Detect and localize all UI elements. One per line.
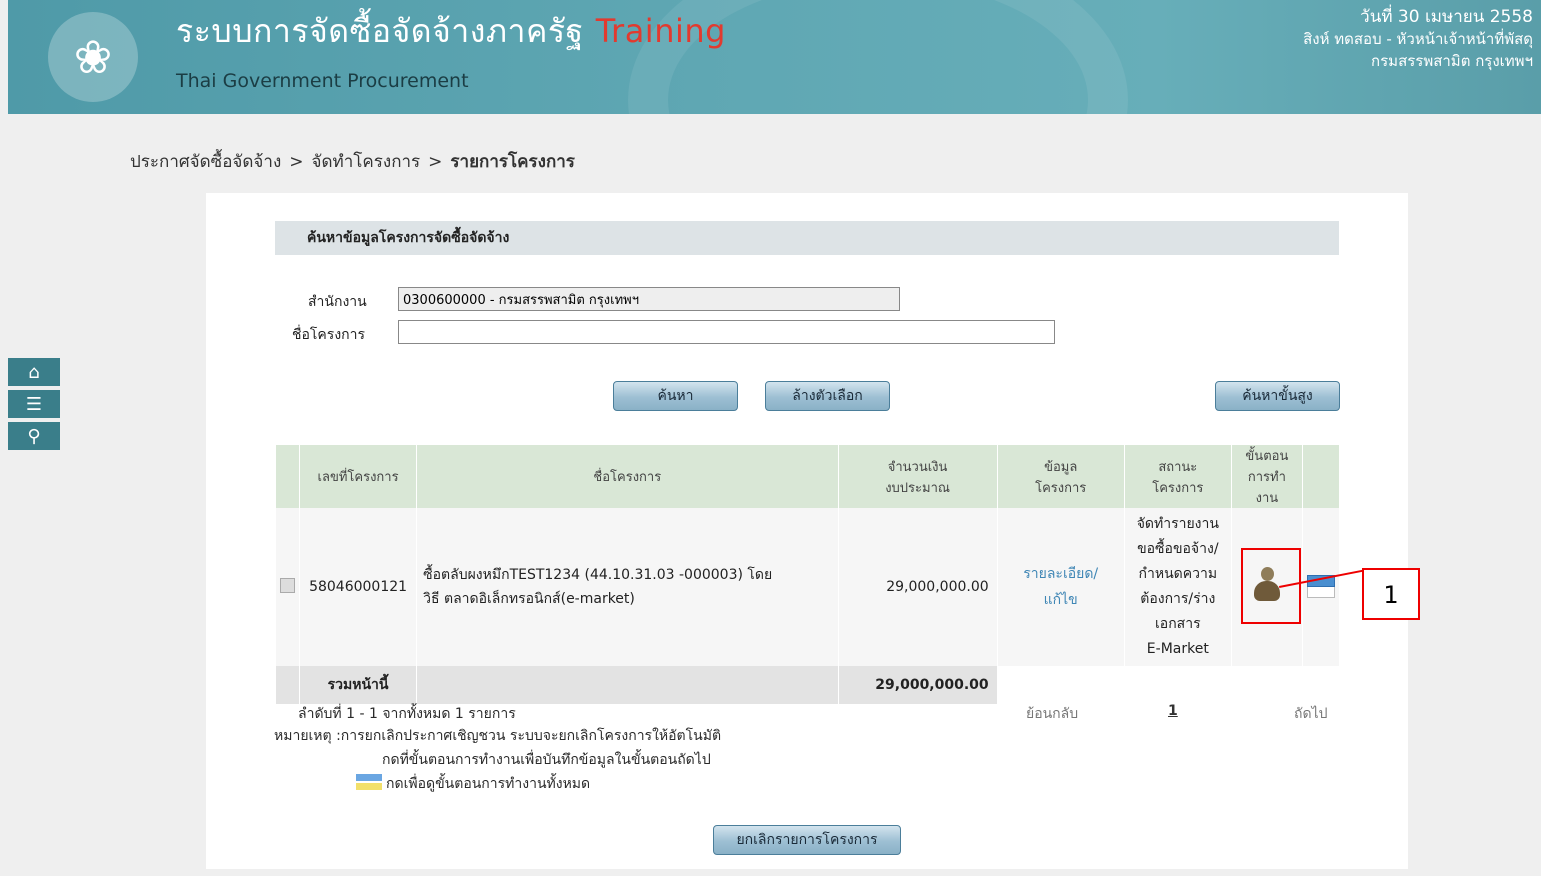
header-work-steps: ขั้นตอนการทำงาน: [1231, 445, 1303, 508]
row-project-name-line1: ซื้อตลับผงหมึกTEST1234 (44.10.31.03 -000…: [423, 567, 773, 583]
header-project-name: ชื่อโครงการ: [416, 445, 839, 508]
main-panel: ค้นหาข้อมูลโครงการจัดซื้อจัดจ้าง สำนักงา…: [206, 193, 1408, 869]
status-line4: ต้องการ/ร่าง: [1140, 591, 1216, 607]
header-steps-line3: งาน: [1255, 491, 1279, 506]
search-section-title: ค้นหาข้อมูลโครงการจัดซื้อจัดจ้าง: [275, 221, 1339, 255]
total-label: รวมหน้านี้: [299, 666, 418, 704]
menu-icon[interactable]: ☰: [8, 390, 60, 418]
detail-link-line1[interactable]: รายละเอียด/: [1023, 566, 1098, 582]
row-status: จัดทำรายงาน ขอซื้อขอจ้าง/ กำหนดความ ต้อง…: [1124, 508, 1232, 666]
row-project-name-line2: วิธี ตลาดอิเล็กทรอนิกส์(e-market): [423, 591, 635, 607]
row-checkbox-cell: [276, 508, 301, 666]
table-row: 58046000121 ซื้อตลับผงหมึกTEST1234 (44.1…: [276, 508, 1341, 666]
annotation-number: 1: [1362, 568, 1420, 620]
home-icon[interactable]: ⌂: [8, 358, 60, 386]
pagination-back[interactable]: ย้อนกลับ: [1026, 703, 1078, 725]
project-name-label: ชื่อโครงการ: [292, 327, 366, 343]
cancel-project-button[interactable]: ยกเลิกรายการโครงการ: [713, 825, 901, 855]
detail-link-line2[interactable]: แก้ไข: [1044, 592, 1078, 608]
breadcrumb-separator: >: [289, 152, 304, 172]
breadcrumb-project-setup[interactable]: จัดทำโครงการ: [312, 152, 421, 172]
note-line3: กดเพื่อดูขั้นตอนการทำงานทั้งหมด: [356, 773, 590, 795]
breadcrumb: ประกาศจัดซื้อจัดจ้าง > จัดทำโครงการ > รายการ…: [130, 148, 575, 175]
breadcrumb-separator: >: [428, 152, 443, 172]
status-line6: E-Market: [1146, 641, 1209, 657]
search-button[interactable]: ค้นหา: [613, 381, 738, 411]
header-info-line1: ข้อมูล: [1044, 459, 1078, 475]
note-line2: กดที่ขั้นตอนการทำงานเพื่อบันทึกข้อมูลในข…: [382, 752, 711, 768]
app-title-thai: ระบบการจัดซื้อจัดจ้างภาครัฐ: [176, 12, 584, 50]
row-budget: 29,000,000.00: [838, 508, 998, 666]
header-info-line2: โครงการ: [1035, 480, 1087, 496]
row-project-no: 58046000121: [299, 508, 418, 666]
header-all-steps-col: [1302, 445, 1341, 508]
app-title: ระบบการจัดซื้อจัดจ้างภาครัฐ Training: [176, 6, 726, 57]
total-empty-cell: [997, 666, 1341, 704]
total-empty-cell: [416, 666, 839, 704]
header-budget: จำนวนเงินงบประมาณ: [838, 445, 998, 508]
header-status-line2: โครงการ: [1152, 480, 1204, 496]
total-value: 29,000,000.00: [838, 666, 998, 704]
project-name-input[interactable]: [398, 320, 1055, 344]
row-project-name: ซื้อตลับผงหมึกTEST1234 (44.10.31.03 -000…: [416, 508, 839, 666]
pagination-page-1[interactable]: 1: [1168, 703, 1178, 719]
training-label: Training: [595, 12, 726, 50]
breadcrumb-procurement[interactable]: ประกาศจัดซื้อจัดจ้าง: [130, 152, 281, 172]
header-project-status: สถานะโครงการ: [1124, 445, 1232, 508]
app-subtitle: Thai Government Procurement: [176, 70, 469, 92]
note-line3-text: กดเพื่อดูขั้นตอนการทำงานทั้งหมด: [386, 776, 591, 792]
pagination-summary: ลำดับที่ 1 - 1 จากทั้งหมด 1 รายการ: [298, 706, 516, 722]
garuda-logo-icon: ❀: [48, 12, 138, 102]
row-all-steps-cell: [1302, 508, 1341, 666]
status-line2: ขอซื้อขอจ้าง/: [1137, 541, 1219, 557]
header-checkbox-col: [276, 445, 301, 508]
pagination-next[interactable]: ถัดไป: [1294, 703, 1328, 725]
header-steps-line2: การทำ: [1247, 470, 1286, 485]
office-field[interactable]: [398, 287, 900, 311]
current-date: วันที่ 30 เมษายน 2558: [1360, 7, 1533, 27]
side-toolbar: ⌂ ☰ ⚲: [8, 358, 60, 454]
advanced-search-button[interactable]: ค้นหาขั้นสูง: [1215, 381, 1340, 411]
breadcrumb-current: รายการโครงการ: [450, 152, 575, 172]
office-label: สำนักงาน: [308, 294, 367, 310]
header-steps-line1: ขั้นตอน: [1245, 449, 1289, 464]
header-budget-line2: งบประมาณ: [885, 480, 950, 496]
table-header-row: เลขที่โครงการ ชื่อโครงการ จำนวนเงินงบประ…: [276, 445, 1341, 508]
user-info: วันที่ 30 เมษายน 2558 สิงห์ ทดสอบ - หัวห…: [1303, 6, 1533, 72]
header-status-line1: สถานะ: [1158, 459, 1198, 475]
status-line5: เอกสาร: [1155, 616, 1201, 632]
status-line3: กำหนดความ: [1138, 566, 1218, 582]
header-budget-line1: จำนวนเงิน: [887, 459, 948, 475]
row-checkbox[interactable]: [280, 577, 295, 593]
header-project-info: ข้อมูลโครงการ: [997, 445, 1125, 508]
row-detail-link[interactable]: รายละเอียด/แก้ไข: [997, 508, 1125, 666]
user-department: กรมสรรพสามิต กรุงเทพฯ: [1371, 52, 1533, 70]
note-line1: หมายเหตุ :การยกเลิกประกาศเชิญชวน ระบบจะย…: [274, 728, 722, 744]
search-icon[interactable]: ⚲: [8, 422, 60, 450]
status-line1: จัดทำรายงาน: [1136, 516, 1219, 532]
total-empty-cell: [276, 666, 301, 704]
table-total-row: รวมหน้านี้ 29,000,000.00: [276, 666, 1341, 704]
app-header: ❀ ระบบการจัดซื้อจัดจ้างภาครัฐ Training Th…: [8, 0, 1541, 114]
clear-options-button[interactable]: ล้างตัวเลือก: [765, 381, 890, 411]
header-project-no: เลขที่โครงการ: [299, 445, 418, 508]
project-table: เลขที่โครงการ ชื่อโครงการ จำนวนเงินงบประ…: [276, 445, 1341, 704]
steps-legend-icon: [356, 774, 382, 794]
user-name: สิงห์ ทดสอบ - หัวหน้าเจ้าหน้าที่พัสดุ: [1303, 30, 1533, 48]
annotation-highlight-box: [1241, 548, 1301, 624]
